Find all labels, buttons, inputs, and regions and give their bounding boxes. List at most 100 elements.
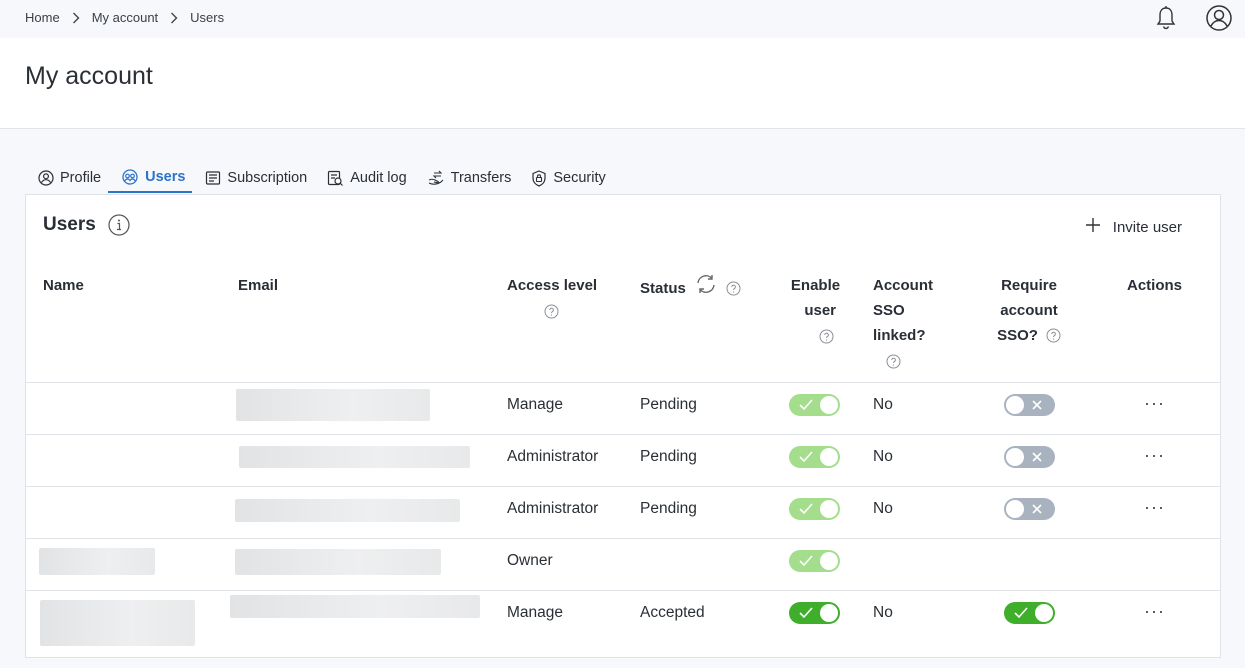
tab-subscription[interactable]: Subscription: [192, 163, 314, 193]
breadcrumb-account[interactable]: My account: [92, 10, 158, 25]
top-bar: Home My account Users: [0, 0, 1245, 38]
sso-linked-value: No: [873, 500, 893, 517]
redacted-email: [235, 549, 441, 575]
redacted-email: [235, 499, 460, 522]
tab-security[interactable]: Security: [518, 163, 612, 193]
table-row: Owner: [26, 538, 1220, 590]
redacted-name: [40, 600, 195, 646]
column-header-enable-user[interactable]: Enable user: [788, 273, 843, 348]
check-icon: [798, 450, 814, 469]
plus-icon: [1085, 217, 1101, 237]
column-header-require-sso[interactable]: Require account SSO?: [979, 273, 1079, 348]
column-header-enable-1: Enable: [790, 277, 841, 294]
account-avatar-icon[interactable]: [1205, 4, 1233, 32]
column-header-sso-2: SSO: [873, 302, 905, 319]
tab-label: Transfers: [450, 170, 512, 186]
panel-title-text: Users: [43, 214, 96, 235]
tab-label: Profile: [60, 170, 102, 186]
tab-label: Audit log: [350, 170, 407, 186]
require-sso-toggle[interactable]: [1004, 394, 1055, 416]
column-header-req-1: Require: [1001, 277, 1057, 294]
redacted-email: [230, 595, 480, 618]
check-icon: [798, 398, 814, 417]
access-level: Owner: [507, 552, 553, 569]
profile-icon: [38, 170, 54, 186]
column-header-email[interactable]: Email: [238, 273, 278, 298]
enable-user-toggle[interactable]: [789, 446, 840, 468]
more-actions-icon[interactable]: ···: [1144, 445, 1165, 466]
refresh-icon[interactable]: [694, 273, 718, 303]
page-header: My account: [0, 38, 1245, 129]
check-icon: [798, 606, 814, 625]
access-level: Administrator: [507, 448, 599, 465]
column-header-status-text: Status: [640, 279, 686, 297]
bell-icon[interactable]: [1155, 5, 1177, 31]
tab-label: Users: [145, 169, 186, 185]
page-title: My account: [25, 62, 153, 90]
tab-users[interactable]: Users: [108, 163, 193, 193]
audit-log-icon: [327, 170, 344, 186]
column-header-sso-linked[interactable]: Account SSO linked?: [873, 273, 933, 373]
users-panel: Users Invite user Name Email Access leve…: [25, 194, 1221, 658]
column-header-status[interactable]: Status: [640, 273, 741, 303]
require-sso-toggle[interactable]: [1004, 602, 1055, 624]
subscription-icon: [205, 170, 221, 186]
column-header-enable-2: user: [804, 302, 836, 319]
breadcrumb-home[interactable]: Home: [25, 10, 60, 25]
table-row: Administrator Pending No ···: [26, 434, 1220, 486]
tab-audit-log[interactable]: Audit log: [314, 163, 413, 193]
column-header-req-3: SSO?: [997, 327, 1038, 344]
help-icon[interactable]: [726, 281, 741, 296]
chevron-right-icon: [170, 12, 178, 24]
access-level: Administrator: [507, 500, 599, 517]
check-icon: [798, 554, 814, 573]
breadcrumb: Home My account Users: [25, 10, 224, 25]
tab-transfers[interactable]: Transfers: [414, 163, 519, 193]
panel-title: Users: [43, 214, 130, 236]
column-header-name[interactable]: Name: [43, 273, 84, 298]
column-header-req-2: account: [1000, 302, 1058, 319]
redacted-name: [39, 548, 155, 575]
sso-linked-value: No: [873, 604, 893, 621]
status-text: Pending: [640, 396, 697, 413]
tab-profile[interactable]: Profile: [25, 163, 108, 193]
check-icon: [1013, 606, 1029, 625]
shield-icon: [531, 169, 547, 187]
help-icon[interactable]: [819, 329, 834, 344]
enable-user-toggle[interactable]: [789, 498, 840, 520]
enable-user-toggle[interactable]: [789, 602, 840, 624]
enable-user-toggle: [789, 550, 840, 572]
x-icon: [1030, 398, 1044, 417]
column-header-sso-1: Account: [873, 277, 933, 294]
info-icon[interactable]: [108, 214, 130, 236]
require-sso-toggle[interactable]: [1004, 446, 1055, 468]
transfers-icon: [427, 170, 445, 186]
help-icon[interactable]: [1046, 328, 1061, 343]
tab-label: Subscription: [227, 170, 308, 186]
tab-label: Security: [553, 170, 606, 186]
invite-user-label: Invite user: [1112, 218, 1182, 236]
more-actions-icon[interactable]: ···: [1144, 497, 1165, 518]
status-text: Accepted: [640, 604, 705, 621]
table-row: Manage Pending No ···: [26, 382, 1220, 434]
more-actions-icon[interactable]: ···: [1144, 601, 1165, 622]
invite-user-button[interactable]: Invite user: [1085, 217, 1182, 237]
table-row: Manage Accepted No ···: [26, 590, 1220, 658]
column-header-access-text: Access level: [507, 277, 598, 294]
table-row: Administrator Pending No ···: [26, 486, 1220, 538]
breadcrumb-current: Users: [190, 10, 225, 25]
tab-bar: Profile Users Subscription Audit log Tra…: [25, 163, 613, 195]
enable-user-toggle[interactable]: [789, 394, 840, 416]
x-icon: [1030, 502, 1044, 521]
status-text: Pending: [640, 448, 697, 465]
column-header-access[interactable]: Access level: [507, 273, 597, 323]
check-icon: [798, 502, 814, 521]
x-icon: [1030, 450, 1044, 469]
require-sso-toggle[interactable]: [1004, 498, 1055, 520]
access-level: Manage: [507, 604, 564, 621]
help-icon[interactable]: [886, 354, 901, 369]
sso-linked-value: No: [873, 396, 893, 413]
help-icon[interactable]: [544, 304, 559, 319]
column-header-sso-3: linked?: [873, 327, 926, 344]
more-actions-icon[interactable]: ···: [1144, 393, 1165, 414]
